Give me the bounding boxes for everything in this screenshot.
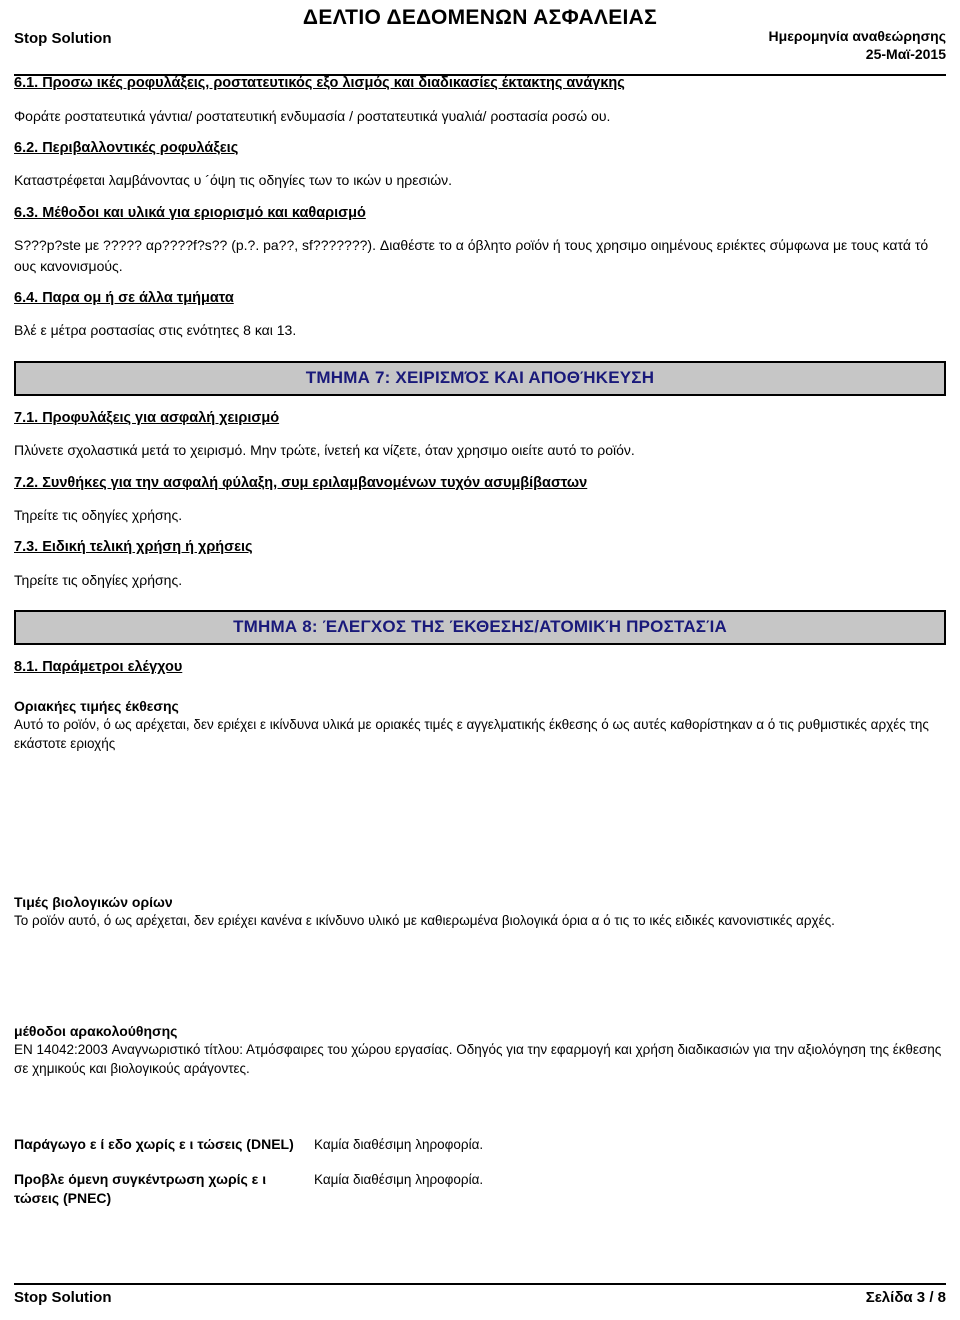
- header-product-name: Stop Solution: [14, 30, 112, 47]
- section-6-3-heading: 6.3. Μέθοδοι και υλικά για εριορισμό και…: [14, 204, 366, 221]
- section-6-3-body: S???p?ste με ????? αρ????f?s?? (p.?. pa?…: [14, 237, 929, 274]
- biological-limits-block: Τιμές βιολογικών ορίων Το ροϊόν αυτό, ό …: [14, 894, 946, 931]
- section-8-banner: ΤΜΗΜΑ 8: ΈΛΕΓΧΟΣ ΤΗΣ ΈΚΘΕΣΗΣ/ΑΤΟΜΙΚΉ ΠΡΟ…: [14, 610, 946, 646]
- document-title: ΔΕΛΤΙΟ ΔΕΔΟΜΕΝΩΝ ΑΣΦΑΛΕΙΑΣ: [302, 6, 658, 29]
- blank-gap-2: [14, 931, 946, 1005]
- section-7-1-heading: 7.1. Προφυλάξεις για ασφαλή χειρισμό: [14, 409, 280, 426]
- exposure-limits-body: Αυτό το ροϊόν, ό ως αρέχεται, δεν εριέχε…: [14, 716, 929, 752]
- revision-block: Ημερομηνία αναθεώρησης 25-Μαϊ-2015: [769, 28, 946, 63]
- section-6-1-body: Φοράτε ροστατευτικά γάντια/ ροστατευτική…: [14, 107, 611, 124]
- section-7-3-body: Τηρείτε τις οδηγίες χρήσης.: [14, 572, 183, 589]
- blank-gap-3: [14, 1079, 946, 1119]
- section-7-2: 7.2. Συνθήκες για την ασφαλή φύλαξη, συμ…: [14, 474, 946, 526]
- blank-gap-1: [14, 754, 946, 876]
- section-6-4-body: Βλέ ε μέτρα ροστασίας στις ενότητες 8 κα…: [14, 322, 297, 339]
- monitoring-methods-body: EN 14042:2003 Αναγνωριστικό τίτλου: Ατμό…: [14, 1041, 942, 1077]
- section-8-1-heading: 8.1. Παράμετροι ελέγχου: [14, 659, 183, 676]
- dnel-row: Παράγωγο ε ί εδο χωρίς ε ι τώσεις (DNEL)…: [14, 1135, 946, 1154]
- sds-page: ΔΕΛΤΙΟ ΔΕΔΟΜΕΝΩΝ ΑΣΦΑΛΕΙΑΣ Stop Solution…: [0, 0, 960, 1320]
- revision-date-value: 25-Μαϊ-2015: [865, 45, 946, 62]
- biological-limits-body: Το ροϊόν αυτό, ό ως αρέχεται, δεν εριέχε…: [14, 913, 835, 928]
- section-8-1: 8.1. Παράμετροι ελέγχου: [14, 658, 946, 680]
- section-7-banner: ΤΜΗΜΑ 7: ΧΕΙΡΙΣΜΌΣ ΚΑΙ ΑΠΟΘΉΚΕΥΣΗ: [14, 360, 946, 396]
- pnec-row: Προβλε όμενη συγκέντρωση χωρίς ε ι τώσει…: [14, 1170, 946, 1208]
- section-6-1-heading: 6.1. Προσω ικές ροφυλάξεις, ροστατευτικό…: [14, 75, 625, 91]
- document-footer: Stop Solution Σελίδα 3 / 8: [14, 1283, 946, 1306]
- footer-page-number: Σελίδα 3 / 8: [865, 1289, 946, 1306]
- biological-limits-title: Τιμές βιολογικών ορίων: [14, 894, 173, 910]
- exposure-limits-title: Οριακήες τιμήες έκθεσης: [14, 697, 179, 714]
- section-6-1: 6.1. Προσω ικές ροφυλάξεις, ροστατευτικό…: [14, 74, 946, 126]
- section-6-3: 6.3. Μέθοδοι και υλικά για εριορισμό και…: [14, 204, 946, 276]
- pnec-value: Καμία διαθέσιμη ληροφορία.: [314, 1171, 484, 1187]
- footer-product-name: Stop Solution: [14, 1289, 112, 1306]
- document-header: ΔΕΛΤΙΟ ΔΕΔΟΜΕΝΩΝ ΑΣΦΑΛΕΙΑΣ Stop Solution…: [14, 0, 946, 76]
- section-7-3: 7.3. Ειδική τελική χρήση ή χρήσεις Τηρεί…: [14, 538, 946, 590]
- section-7-2-heading: 7.2. Συνθήκες για την ασφαλή φύλαξη, συμ…: [14, 474, 588, 491]
- dnel-label: Παράγωγο ε ί εδο χωρίς ε ι τώσεις (DNEL): [14, 1135, 294, 1152]
- dnel-value: Καμία διαθέσιμη ληροφορία.: [314, 1136, 484, 1152]
- revision-date-label: Ημερομηνία αναθεώρησης: [768, 28, 946, 44]
- monitoring-methods-block: μέθοδοι αρακολούθησης EN 14042:2003 Αναγ…: [14, 1023, 946, 1079]
- section-6-2-heading: 6.2. Περιβαλλοντικές ροφυλάξεις: [14, 139, 239, 156]
- footer-row: Stop Solution Σελίδα 3 / 8: [14, 1289, 946, 1306]
- section-6-2-body: Καταστρέφεται λαμβάνοντας υ ´όψη τις οδη…: [14, 172, 453, 189]
- document-content: 6.1. Προσω ικές ροφυλάξεις, ροστατευτικό…: [14, 62, 946, 1208]
- section-6-4-heading: 6.4. Παρα ομ ή σε άλλα τμήματα: [14, 289, 234, 306]
- exposure-limits-block: Οριακήες τιμήες έκθεσης Αυτό το ροϊόν, ό…: [14, 698, 946, 754]
- section-6-4: 6.4. Παρα ομ ή σε άλλα τμήματα Βλέ ε μέτ…: [14, 289, 946, 341]
- section-7-2-body: Τηρείτε τις οδηγίες χρήσης.: [14, 507, 183, 524]
- footer-divider: [14, 1283, 946, 1285]
- pnec-label: Προβλε όμενη συγκέντρωση χωρίς ε ι τώσει…: [14, 1170, 267, 1206]
- section-6-2: 6.2. Περιβαλλοντικές ροφυλάξεις Καταστρέ…: [14, 139, 946, 191]
- section-7-1-body: Πλύνετε σχολαστικά μετά το χειρισμό. Μην…: [14, 442, 635, 459]
- section-7-1: 7.1. Προφυλάξεις για ασφαλή χειρισμό Πλύ…: [14, 409, 946, 461]
- monitoring-methods-title: μέθοδοι αρακολούθησης: [14, 1022, 178, 1039]
- section-7-3-heading: 7.3. Ειδική τελική χρήση ή χρήσεις: [14, 539, 253, 556]
